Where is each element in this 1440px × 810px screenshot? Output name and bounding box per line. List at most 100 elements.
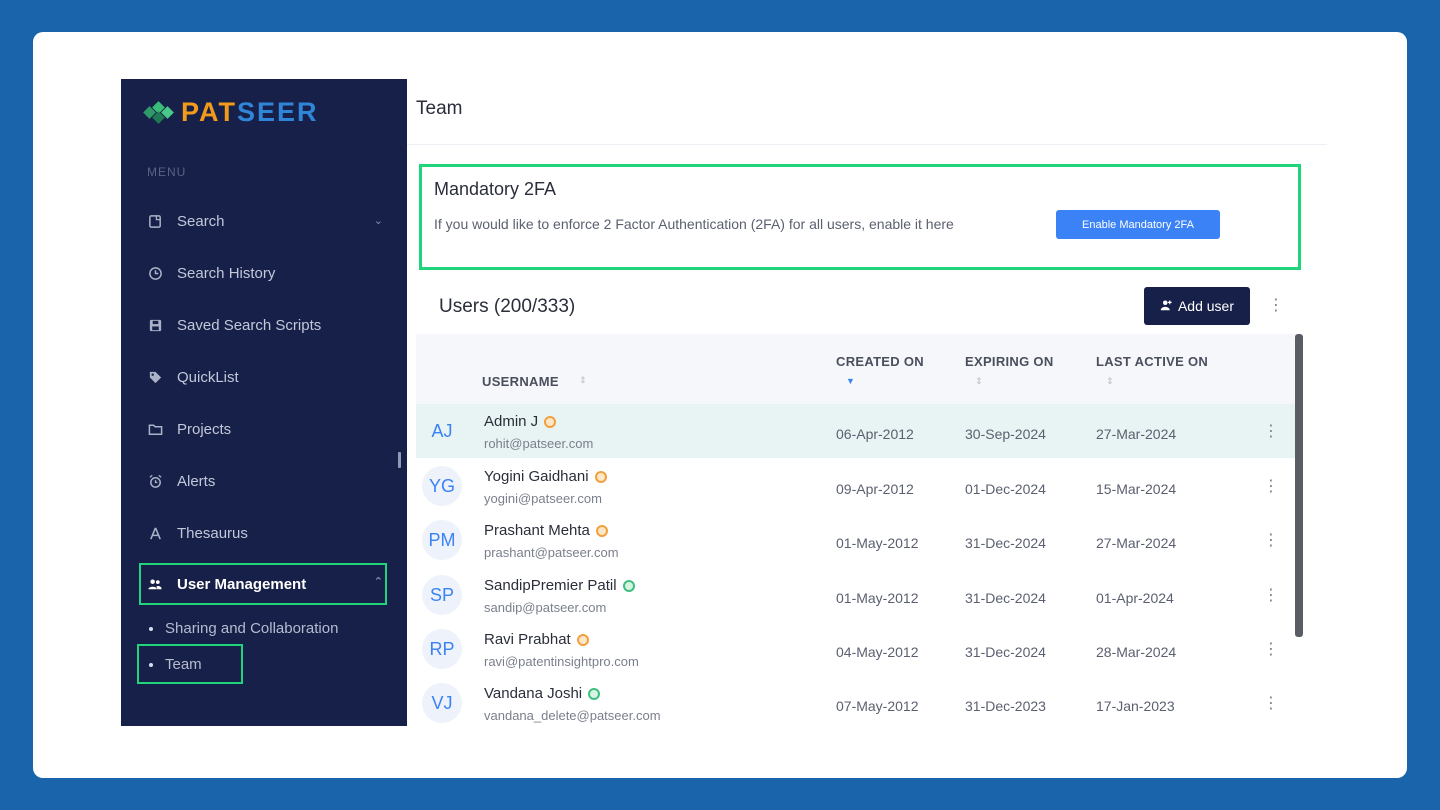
patseer-logo[interactable]: PATSEER (143, 96, 319, 127)
last-active-on: 28-Mar-2024 (1096, 644, 1177, 660)
last-active-on: 01-Apr-2024 (1096, 590, 1174, 606)
user-name: Yogini Gaidhani (484, 468, 607, 485)
column-username[interactable]: USERNAME (482, 374, 559, 389)
last-active-on: 17-Jan-2023 (1096, 698, 1175, 714)
sidebar-item-label: QuickList (177, 368, 239, 386)
sidebar-item-label: Search (177, 212, 225, 230)
role-badge-icon (622, 579, 635, 592)
sidebar-resize-handle[interactable] (398, 452, 401, 468)
sort-desc-icon[interactable]: ▼ (846, 376, 855, 386)
user-email: ravi@patentinsightpro.com (484, 654, 639, 669)
sidebar-subitem-sharing[interactable]: Sharing and Collaboration (149, 620, 338, 637)
column-created-on[interactable]: CREATED ON (836, 354, 924, 369)
bullet-icon (149, 626, 153, 631)
sidebar-item-label: Saved Search Scripts (177, 316, 322, 334)
sort-icon[interactable]: ⇕ (975, 376, 983, 387)
sidebar-item-label: Alerts (177, 472, 216, 490)
alarm-icon (147, 473, 163, 489)
user-name: SandipPremier Patil (484, 577, 635, 594)
expiring-on: 01-Dec-2024 (965, 481, 1046, 497)
sidebar-item-label: Search History (177, 264, 276, 282)
logo-text: PATSEER (181, 96, 319, 127)
row-more-icon[interactable]: ⋮ (1263, 424, 1279, 440)
user-email: prashant@patseer.com (484, 545, 619, 560)
users-table-header: USERNAME ⇕ CREATED ON ▼ EXPIRING ON ⇕ LA… (416, 334, 1296, 404)
users-title: Users (200/333) (439, 296, 576, 317)
sidebar-item-alerts[interactable]: Alerts (147, 467, 383, 495)
expiring-on: 31-Dec-2024 (965, 590, 1046, 606)
logo-mark-icon (143, 101, 174, 124)
twofa-description: If you would like to enforce 2 Factor Au… (434, 216, 954, 232)
add-user-icon (1160, 298, 1172, 314)
user-email: yogini@patseer.com (484, 491, 602, 506)
created-on: 01-May-2012 (836, 535, 919, 551)
user-email: sandip@patseer.com (484, 600, 607, 615)
highlight-user-management (139, 563, 387, 605)
user-name: Prashant Mehta (484, 522, 608, 539)
thesaurus-icon (147, 525, 163, 541)
sidebar-item-thesaurus[interactable]: Thesaurus (147, 519, 383, 547)
row-more-icon[interactable]: ⋮ (1263, 696, 1279, 712)
sort-icon[interactable]: ⇕ (1106, 376, 1114, 387)
last-active-on: 27-Mar-2024 (1096, 426, 1177, 442)
header-divider (407, 144, 1327, 145)
highlight-team (137, 644, 243, 684)
avatar: AJ (431, 420, 453, 441)
expiring-on: 31-Dec-2024 (965, 535, 1046, 551)
last-active-on: 27-Mar-2024 (1096, 535, 1177, 551)
tag-icon (147, 369, 163, 385)
row-more-icon[interactable]: ⋮ (1263, 533, 1279, 549)
sidebar-item-search-history[interactable]: Search History (147, 259, 383, 287)
table-row[interactable]: SP SandipPremier Patil sandip@patseer.co… (416, 568, 1296, 622)
chevron-down-icon[interactable]: ⌄ (374, 214, 383, 227)
role-badge-icon (576, 633, 589, 646)
twofa-title: Mandatory 2FA (434, 179, 557, 199)
sidebar-item-search[interactable]: Search ⌄ (147, 207, 383, 235)
table-row[interactable]: PM Prashant Mehta prashant@patseer.com 0… (416, 513, 1296, 567)
user-name: Vandana Joshi (484, 685, 601, 702)
sort-icon[interactable]: ⇕ (579, 375, 587, 386)
sidebar: PATSEER MENU Search ⌄ Search History Sav… (121, 79, 407, 726)
sidebar-item-projects[interactable]: Projects (147, 415, 383, 443)
column-last-active-on[interactable]: LAST ACTIVE ON (1096, 354, 1208, 369)
role-badge-icon (595, 524, 608, 537)
row-more-icon[interactable]: ⋮ (1263, 588, 1279, 604)
screenshot-card: PATSEER MENU Search ⌄ Search History Sav… (33, 32, 1407, 778)
users-more-icon[interactable]: ⋮ (1268, 298, 1284, 314)
created-on: 01-May-2012 (836, 590, 919, 606)
user-name: Admin J (484, 413, 557, 430)
role-badge-icon (594, 470, 607, 483)
expiring-on: 31-Dec-2023 (965, 698, 1046, 714)
created-on: 07-May-2012 (836, 698, 919, 714)
table-row[interactable]: YG Yogini Gaidhani yogini@patseer.com 09… (416, 459, 1296, 513)
table-row[interactable]: RP Ravi Prabhat ravi@patentinsightpro.co… (416, 622, 1296, 676)
avatar: VJ (422, 683, 462, 723)
created-on: 09-Apr-2012 (836, 481, 914, 497)
table-scrollbar[interactable] (1295, 334, 1303, 637)
row-more-icon[interactable]: ⋮ (1263, 479, 1279, 495)
table-row[interactable]: AJ Admin J rohit@patseer.com 06-Apr-2012… (416, 404, 1296, 458)
avatar: PM (422, 520, 462, 560)
expiring-on: 30-Sep-2024 (965, 426, 1046, 442)
sidebar-item-saved-search-scripts[interactable]: Saved Search Scripts (147, 311, 383, 339)
created-on: 04-May-2012 (836, 644, 919, 660)
last-active-on: 15-Mar-2024 (1096, 481, 1177, 497)
sidebar-item-quicklist[interactable]: QuickList (147, 363, 383, 391)
column-expiring-on[interactable]: EXPIRING ON (965, 354, 1054, 369)
table-row[interactable]: VJ Vandana Joshi vandana_delete@patseer.… (416, 676, 1296, 730)
user-name: Ravi Prabhat (484, 631, 589, 648)
expiring-on: 31-Dec-2024 (965, 644, 1046, 660)
avatar: RP (422, 629, 462, 669)
avatar: SP (422, 575, 462, 615)
role-badge-icon (588, 687, 601, 700)
search-icon (147, 213, 163, 229)
sidebar-item-label: Thesaurus (177, 524, 248, 542)
user-email: vandana_delete@patseer.com (484, 708, 661, 723)
role-badge-icon (544, 415, 557, 428)
add-user-button[interactable]: Add user (1144, 287, 1250, 325)
row-more-icon[interactable]: ⋮ (1263, 642, 1279, 658)
mandatory-2fa-panel: Mandatory 2FA If you would like to enfor… (419, 164, 1301, 270)
avatar: YG (422, 466, 462, 506)
sidebar-item-label: Projects (177, 420, 232, 438)
enable-2fa-button[interactable]: Enable Mandatory 2FA (1056, 210, 1220, 239)
